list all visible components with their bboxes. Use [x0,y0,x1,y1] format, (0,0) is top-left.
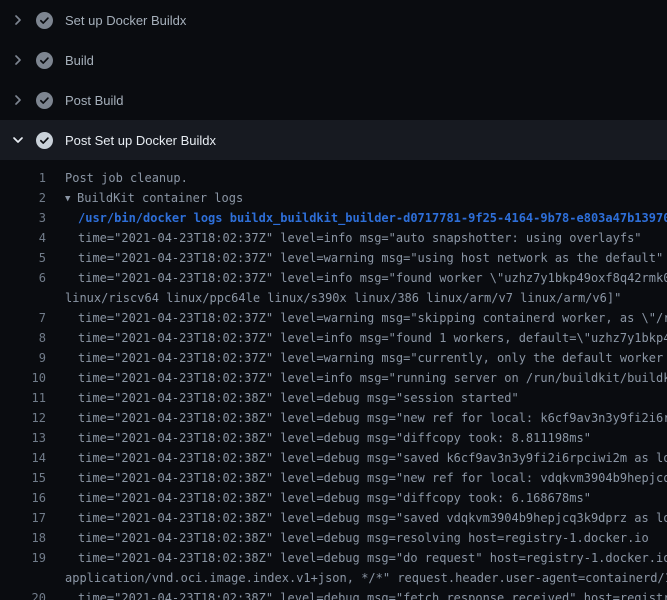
log-line-wrap: application/vnd.oci.image.index.v1+json,… [0,568,667,588]
line-number[interactable]: 7 [0,308,46,328]
step-label: Build [65,53,94,68]
log-line: 14 time="2021-04-23T18:02:38Z" level=deb… [0,448,667,468]
log-text: application/vnd.oci.image.index.v1+json,… [46,568,667,588]
line-number[interactable]: 9 [0,348,46,368]
log-line: 3 /usr/bin/docker logs buildx_buildkit_b… [0,208,667,228]
line-number[interactable]: 8 [0,328,46,348]
log-text: time="2021-04-23T18:02:37Z" level=info m… [46,328,667,348]
line-number[interactable]: 1 [0,168,46,188]
line-number [0,568,46,588]
log-line: 13 time="2021-04-23T18:02:38Z" level=deb… [0,428,667,448]
log-text: time="2021-04-23T18:02:37Z" level=warnin… [46,348,667,368]
step-header-setup-docker-buildx[interactable]: Set up Docker Buildx [0,0,667,40]
line-number[interactable]: 10 [0,368,46,388]
line-number[interactable]: 19 [0,548,46,568]
chevron-down-icon [10,132,30,148]
line-number[interactable]: 13 [0,428,46,448]
line-number[interactable]: 14 [0,448,46,468]
log-text: time="2021-04-23T18:02:37Z" level=warnin… [46,248,663,268]
check-circle-icon [36,12,53,29]
log-line: 15 time="2021-04-23T18:02:38Z" level=deb… [0,468,667,488]
log-text: time="2021-04-23T18:02:37Z" level=warnin… [46,308,667,328]
log-text: time="2021-04-23T18:02:38Z" level=debug … [46,488,591,508]
step-label: Post Set up Docker Buildx [65,133,216,148]
step-log-output: 1 Post job cleanup. 2 ▼BuildKit containe… [0,160,667,600]
check-circle-icon [36,92,53,109]
line-number[interactable]: 18 [0,528,46,548]
log-line: 7 time="2021-04-23T18:02:37Z" level=warn… [0,308,667,328]
log-command-text: /usr/bin/docker logs buildx_buildkit_bui… [46,208,667,228]
step-header-build[interactable]: Build [0,40,667,80]
log-line: 8 time="2021-04-23T18:02:37Z" level=info… [0,328,667,348]
log-text: time="2021-04-23T18:02:38Z" level=debug … [46,588,667,600]
log-text: time="2021-04-23T18:02:37Z" level=info m… [46,368,667,388]
log-line: 1 Post job cleanup. [0,168,667,188]
log-text: time="2021-04-23T18:02:38Z" level=debug … [46,508,667,528]
log-line-group-header: 2 ▼BuildKit container logs [0,188,667,208]
log-text: time="2021-04-23T18:02:38Z" level=debug … [46,468,667,488]
check-circle-icon [36,52,53,69]
step-header-post-setup-docker-buildx[interactable]: Post Set up Docker Buildx [0,120,667,160]
line-number[interactable]: 15 [0,468,46,488]
log-line: 20 time="2021-04-23T18:02:38Z" level=deb… [0,588,667,600]
step-label: Post Build [65,93,124,108]
log-text: time="2021-04-23T18:02:38Z" level=debug … [46,388,519,408]
log-line: 4 time="2021-04-23T18:02:37Z" level=info… [0,228,667,248]
collapse-toggle-icon[interactable]: ▼ [65,189,77,208]
line-number[interactable]: 3 [0,208,46,228]
log-line: 19 time="2021-04-23T18:02:38Z" level=deb… [0,548,667,568]
chevron-right-icon [10,52,30,68]
chevron-right-icon [10,12,30,28]
step-header-post-build[interactable]: Post Build [0,80,667,120]
log-line: 9 time="2021-04-23T18:02:37Z" level=warn… [0,348,667,368]
log-text: time="2021-04-23T18:02:37Z" level=info m… [46,268,667,288]
log-line: 12 time="2021-04-23T18:02:38Z" level=deb… [0,408,667,428]
log-line: 17 time="2021-04-23T18:02:38Z" level=deb… [0,508,667,528]
log-text: time="2021-04-23T18:02:38Z" level=debug … [46,448,667,468]
actions-log-viewer: Set up Docker Buildx Build Post Build Po… [0,0,667,600]
line-number[interactable]: 6 [0,268,46,288]
line-number[interactable]: 2 [0,188,46,208]
line-number[interactable]: 16 [0,488,46,508]
line-number [0,288,46,308]
log-text: time="2021-04-23T18:02:38Z" level=debug … [46,408,667,428]
line-number[interactable]: 4 [0,228,46,248]
log-text: time="2021-04-23T18:02:38Z" level=debug … [46,528,649,548]
line-number[interactable]: 17 [0,508,46,528]
log-text: Post job cleanup. [46,168,188,188]
check-circle-icon [36,132,53,149]
log-text: time="2021-04-23T18:02:38Z" level=debug … [46,548,667,568]
log-line: 11 time="2021-04-23T18:02:38Z" level=deb… [0,388,667,408]
chevron-right-icon [10,92,30,108]
log-line-wrap: linux/riscv64 linux/ppc64le linux/s390x … [0,288,667,308]
log-text: linux/riscv64 linux/ppc64le linux/s390x … [46,288,621,308]
log-line: 18 time="2021-04-23T18:02:38Z" level=deb… [0,528,667,548]
line-number[interactable]: 11 [0,388,46,408]
step-label: Set up Docker Buildx [65,13,186,28]
line-number[interactable]: 20 [0,588,46,600]
log-line: 10 time="2021-04-23T18:02:37Z" level=inf… [0,368,667,388]
log-text: time="2021-04-23T18:02:38Z" level=debug … [46,428,591,448]
log-group-title: BuildKit container logs [77,191,243,205]
line-number[interactable]: 5 [0,248,46,268]
line-number[interactable]: 12 [0,408,46,428]
log-line: 5 time="2021-04-23T18:02:37Z" level=warn… [0,248,667,268]
log-line: 16 time="2021-04-23T18:02:38Z" level=deb… [0,488,667,508]
log-text: time="2021-04-23T18:02:37Z" level=info m… [46,228,642,248]
log-group-header[interactable]: ▼BuildKit container logs [46,188,243,208]
log-line: 6 time="2021-04-23T18:02:37Z" level=info… [0,268,667,288]
